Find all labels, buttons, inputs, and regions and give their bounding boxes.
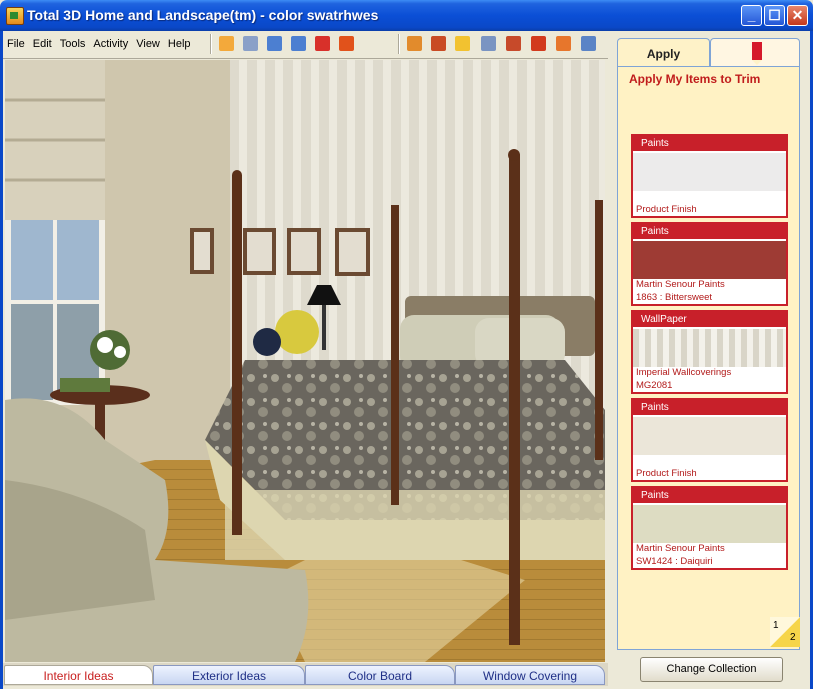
help-icon xyxy=(315,36,330,51)
catalog-icon xyxy=(407,36,422,51)
item-category: Paints xyxy=(633,400,786,415)
item-swatch xyxy=(633,329,786,367)
menu-tools[interactable]: Tools xyxy=(56,38,90,50)
item-card[interactable]: Paints Martin Senour Paints 1863 : Bitters… xyxy=(631,222,788,306)
menu-edit[interactable]: Edit xyxy=(29,38,56,50)
item-swatch xyxy=(633,241,786,279)
item-card[interactable]: WallPaper Imperial Wallcoverings MG2081 xyxy=(631,310,788,394)
redo-icon xyxy=(291,36,306,51)
item-text-line: Product Finish xyxy=(636,468,697,479)
tab-apply-label: Apply xyxy=(646,47,681,61)
toolbar-separator xyxy=(398,34,400,54)
item-text-line: Product Finish xyxy=(636,204,697,215)
tab-window-covering[interactable]: Window Covering xyxy=(455,665,605,685)
whats-this-button[interactable] xyxy=(336,33,357,54)
item-text-line: MG2081 xyxy=(636,380,673,391)
item-text-line: Imperial Wallcoverings xyxy=(636,367,732,378)
house-icon xyxy=(431,36,446,51)
item-category: WallPaper xyxy=(633,312,786,327)
menu-bar: File Edit Tools Activity View Help xyxy=(3,31,195,56)
maximize-icon: ☐ xyxy=(768,7,781,23)
tab-interior-ideas[interactable]: Interior Ideas xyxy=(4,665,153,685)
item-card[interactable]: Paints Product Finish xyxy=(631,134,788,218)
panel-heading: Apply My Items to Trim xyxy=(629,72,761,86)
cart-button[interactable] xyxy=(503,33,524,54)
item-card[interactable]: Paints Product Finish xyxy=(631,398,788,482)
item-category: Paints xyxy=(633,488,786,503)
menu-view[interactable]: View xyxy=(132,38,164,50)
print-icon xyxy=(243,36,258,51)
title-bar: Total 3D Home and Landscape(tm) - color … xyxy=(0,0,813,31)
rotate-icon xyxy=(556,36,571,51)
close-button[interactable]: ✕ xyxy=(787,5,808,26)
minimize-icon: _ xyxy=(747,7,756,23)
app-icon[interactable] xyxy=(6,7,24,25)
zoom-icon xyxy=(581,36,596,51)
minimize-button[interactable]: _ xyxy=(741,5,762,26)
help-button[interactable] xyxy=(312,33,333,54)
page-1-label: 1 xyxy=(773,620,779,631)
window-title: Total 3D Home and Landscape(tm) - color … xyxy=(27,7,379,23)
book-icon xyxy=(531,36,546,51)
rotate-button[interactable] xyxy=(553,33,574,54)
maximize-button[interactable]: ☐ xyxy=(764,5,785,26)
tab-color-board[interactable]: Color Board xyxy=(305,665,455,685)
bookmark-icon xyxy=(752,42,762,65)
menu-file[interactable]: File xyxy=(3,38,29,50)
undo-button[interactable] xyxy=(264,33,285,54)
item-card[interactable]: Paints Martin Senour Paints SW1424 : Daiqu… xyxy=(631,486,788,570)
page-indicator[interactable]: 1 2 xyxy=(770,617,800,647)
item-swatch xyxy=(633,417,786,455)
item-category: Paints xyxy=(633,136,786,151)
change-collection-button[interactable]: Change Collection xyxy=(640,657,783,682)
undo-icon xyxy=(267,36,282,51)
scene-viewport[interactable] xyxy=(5,60,605,662)
item-swatch xyxy=(633,153,786,191)
zoom-button[interactable] xyxy=(578,33,599,54)
materials-icon xyxy=(481,36,496,51)
print-button[interactable] xyxy=(240,33,261,54)
item-text-line: SW1424 : Daiquiri xyxy=(636,556,713,567)
redo-button[interactable] xyxy=(288,33,309,54)
item-swatch xyxy=(633,505,786,543)
page-2-label: 2 xyxy=(790,632,796,643)
item-text-line: 1863 : Bittersweet xyxy=(636,292,713,303)
bedroom-render xyxy=(5,60,605,662)
save-icon xyxy=(219,36,234,51)
item-category: Paints xyxy=(633,224,786,239)
menu-activity[interactable]: Activity xyxy=(89,38,132,50)
tab-apply[interactable]: Apply xyxy=(617,38,710,66)
lightbulb-button[interactable] xyxy=(452,33,473,54)
item-text-line: Martin Senour Paints xyxy=(636,279,725,290)
toolbar-separator xyxy=(210,34,212,54)
window-frame-left xyxy=(0,31,3,689)
house-button[interactable] xyxy=(428,33,449,54)
book-button[interactable] xyxy=(528,33,549,54)
cart-icon xyxy=(506,36,521,51)
tab-exterior-ideas[interactable]: Exterior Ideas xyxy=(153,665,305,685)
lightbulb-icon xyxy=(455,36,470,51)
catalog-button[interactable] xyxy=(404,33,425,54)
save-button[interactable] xyxy=(216,33,237,54)
item-text-line: Martin Senour Paints xyxy=(636,543,725,554)
close-icon: ✕ xyxy=(791,7,804,23)
menu-help[interactable]: Help xyxy=(164,38,195,50)
whats-this-icon xyxy=(339,36,354,51)
materials-button[interactable] xyxy=(478,33,499,54)
